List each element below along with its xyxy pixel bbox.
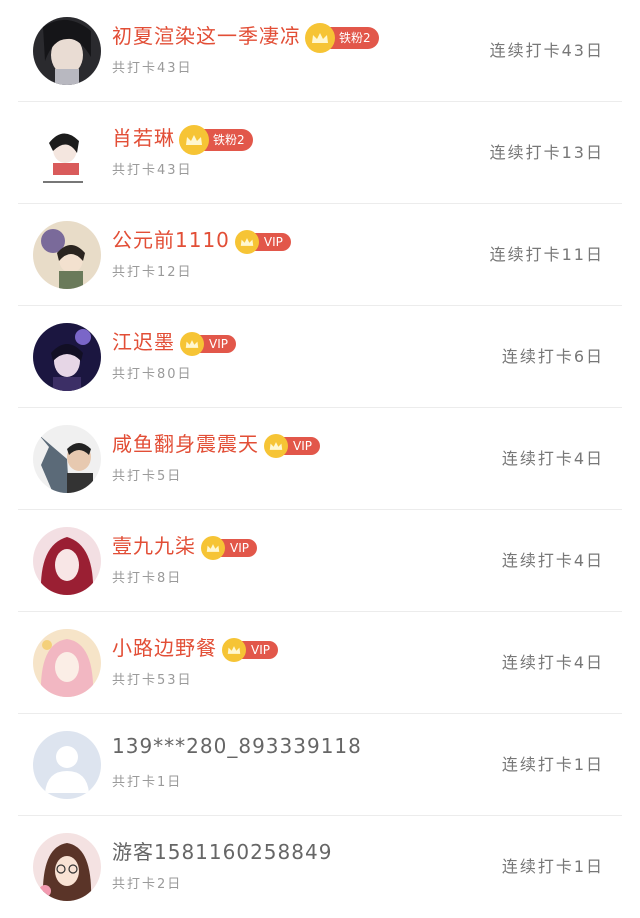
vip-badge: VIP [222, 637, 278, 662]
default-avatar-icon [33, 731, 101, 799]
total-checkins: 共打卡1日 [112, 775, 183, 790]
user-name: 公元前1110 VIP [112, 224, 291, 254]
total-checkins: 共打卡43日 [112, 163, 193, 178]
streak-days: 连续打卡6日 [501, 347, 604, 366]
user-name: 肖若琳 铁粉2 [112, 122, 253, 155]
avatar[interactable] [33, 731, 101, 799]
streak-days: 连续打卡13日 [489, 143, 604, 162]
streak-days: 连续打卡4日 [501, 551, 604, 570]
streak-days: 连续打卡43日 [489, 41, 604, 60]
avatar[interactable] [33, 833, 101, 901]
avatar[interactable] [33, 425, 101, 493]
user-name: 壹九九柒 VIP [112, 530, 257, 560]
user-name: 139***280_893339118 [112, 734, 362, 758]
list-item[interactable]: 咸鱼翻身震震天 VIP 共打卡5日 连续打卡4日 [0, 408, 640, 510]
total-checkins: 共打卡5日 [112, 469, 183, 484]
total-checkins: 共打卡12日 [112, 265, 193, 280]
crown-icon [305, 22, 335, 53]
user-name: 初夏渲染这一季凄凉 铁粉2 [112, 20, 379, 53]
total-checkins: 共打卡8日 [112, 571, 183, 586]
avatar[interactable] [33, 629, 101, 697]
total-checkins: 共打卡80日 [112, 367, 193, 382]
user-name: 游客1581160258849 [112, 840, 333, 864]
list-item[interactable]: 小路边野餐 VIP 共打卡53日 连续打卡4日 [0, 612, 640, 714]
total-checkins: 共打卡53日 [112, 673, 193, 688]
crown-icon [179, 124, 209, 155]
user-name: 咸鱼翻身震震天 VIP [112, 428, 320, 458]
total-checkins: 共打卡43日 [112, 61, 193, 76]
streak-days: 连续打卡4日 [501, 653, 604, 672]
user-name: 小路边野餐 VIP [112, 632, 278, 662]
streak-days: 连续打卡1日 [501, 857, 604, 876]
vip-badge: VIP [264, 433, 320, 458]
fan-badge: 铁粉2 [179, 124, 253, 155]
avatar[interactable] [33, 221, 101, 289]
list-item[interactable]: 壹九九柒 VIP 共打卡8日 连续打卡4日 [0, 510, 640, 612]
streak-days: 连续打卡11日 [489, 245, 604, 264]
crown-icon [264, 433, 288, 458]
crown-icon [180, 331, 204, 356]
vip-badge: VIP [234, 229, 291, 254]
crown-icon [201, 535, 225, 560]
list-item[interactable]: 初夏渲染这一季凄凉 铁粉2 共打卡43日 连续打卡43日 [0, 0, 640, 102]
streak-days: 连续打卡4日 [501, 449, 604, 468]
total-checkins: 共打卡2日 [112, 877, 183, 892]
list-item[interactable]: 游客1581160258849 共打卡2日 连续打卡1日 [0, 816, 640, 918]
vip-badge: VIP [180, 331, 236, 356]
crown-icon [234, 229, 259, 254]
user-name: 江迟墨 VIP [112, 326, 236, 356]
checkin-list: 初夏渲染这一季凄凉 铁粉2 共打卡43日 连续打卡43日 肖若琳 铁粉2 共打卡43… [0, 0, 640, 914]
vip-badge: VIP [201, 535, 257, 560]
list-item[interactable]: 肖若琳 铁粉2 共打卡43日 连续打卡13日 [0, 102, 640, 204]
fan-badge: 铁粉2 [305, 22, 379, 53]
avatar[interactable] [33, 527, 101, 595]
avatar[interactable] [33, 323, 101, 391]
avatar[interactable] [33, 17, 101, 85]
avatar[interactable] [33, 119, 101, 187]
streak-days: 连续打卡1日 [501, 755, 604, 774]
list-item[interactable]: 139***280_893339118 共打卡1日 连续打卡1日 [0, 714, 640, 816]
crown-icon [222, 637, 246, 662]
list-item[interactable]: 公元前1110 VIP 共打卡12日 连续打卡11日 [0, 204, 640, 306]
list-item[interactable]: 江迟墨 VIP 共打卡80日 连续打卡6日 [0, 306, 640, 408]
